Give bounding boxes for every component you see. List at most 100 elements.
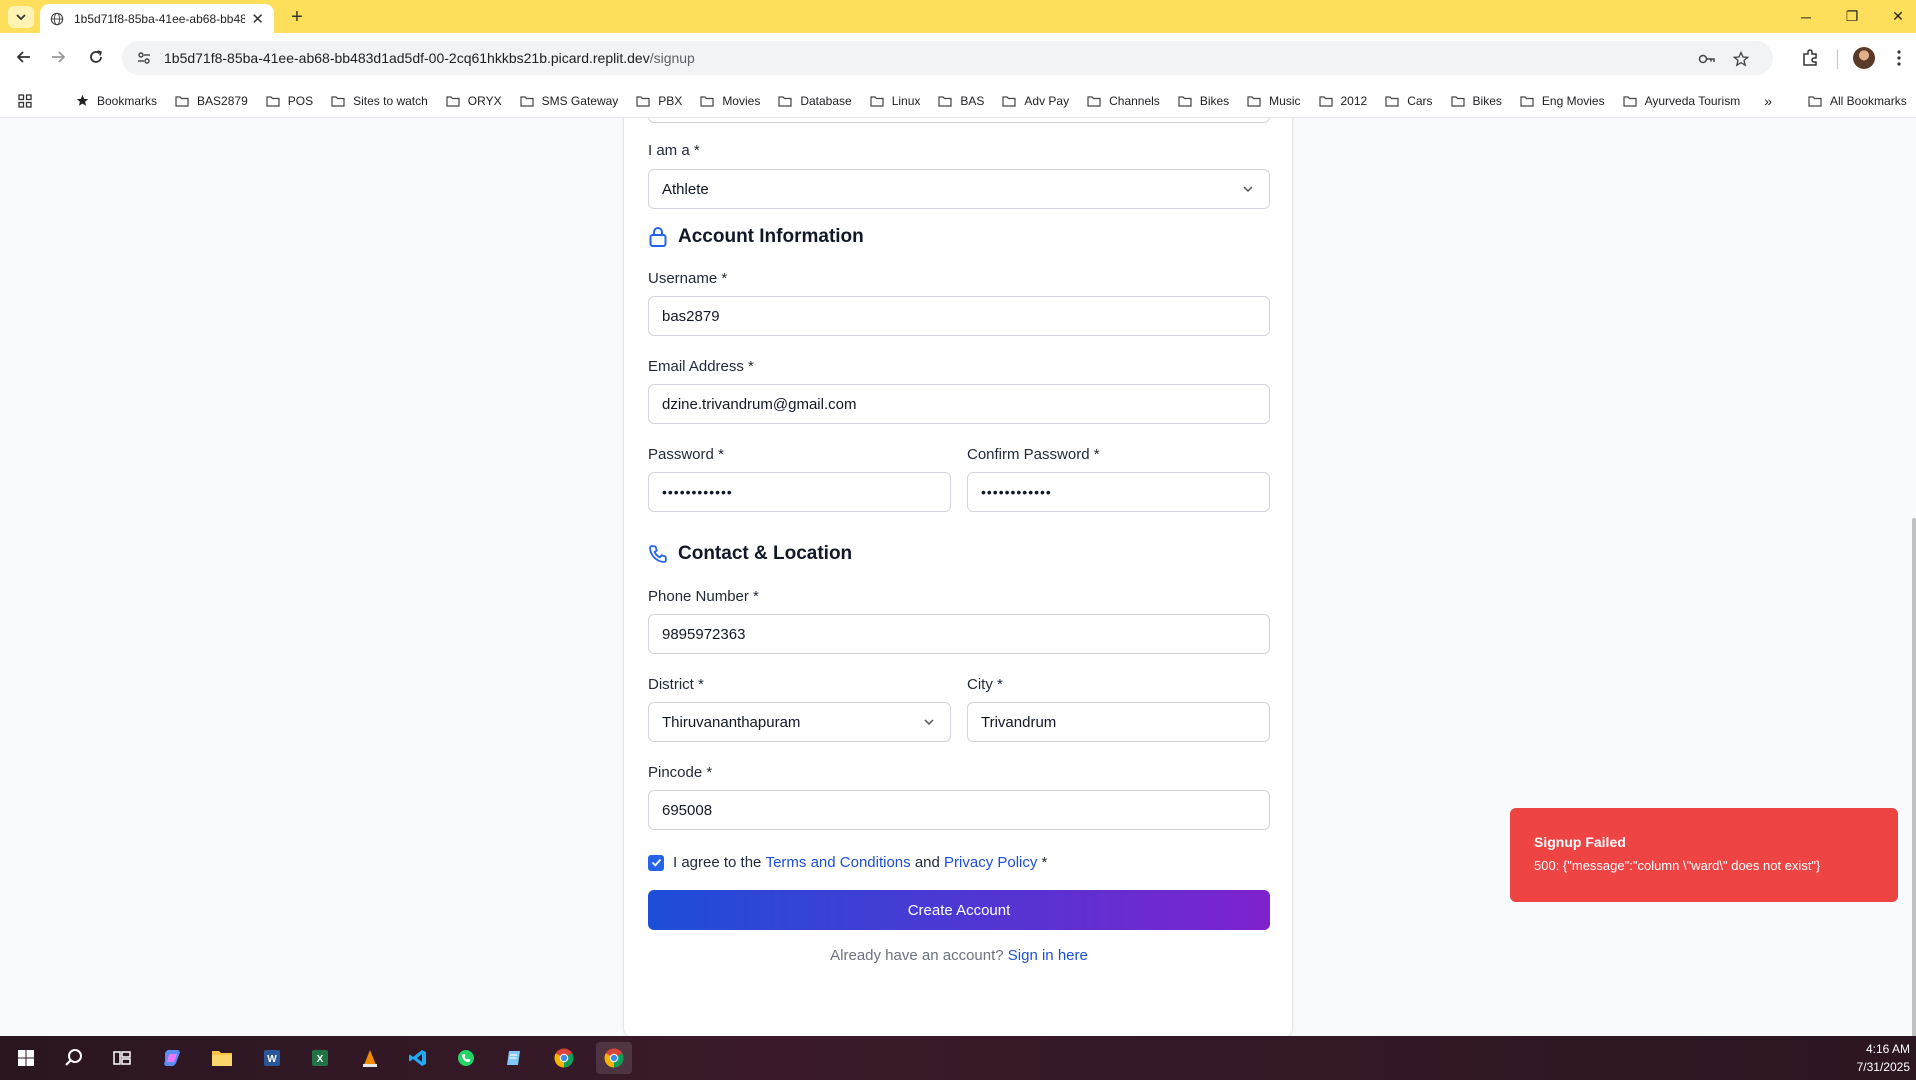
- bookmark-folder[interactable]: Sites to watch: [331, 94, 428, 108]
- taskbar: W X 4:16 AM 7/31/2025: [0, 1036, 1916, 1080]
- site-info-icon[interactable]: [136, 50, 152, 66]
- error-toast[interactable]: Signup Failed 500: {"message":"column \"…: [1510, 808, 1898, 902]
- bookmark-label: SMS Gateway: [541, 93, 619, 108]
- bookmark-folder[interactable]: PBX: [636, 94, 682, 108]
- password-key-icon[interactable]: [1697, 49, 1717, 69]
- browser-tab[interactable]: 1b5d71f8-85ba-41ee-ab68-bb483d1ad5df-00-…: [40, 4, 274, 33]
- chrome-app[interactable]: [546, 1042, 582, 1074]
- vscode-icon: [409, 1050, 426, 1066]
- bookmark-label: ORYX: [467, 93, 502, 108]
- bookmark-folder[interactable]: POS: [266, 94, 313, 108]
- role-label: I am a *: [648, 142, 700, 159]
- email-input[interactable]: dzine.trivandrum@gmail.com: [648, 384, 1270, 424]
- bookmark-folder[interactable]: Movies: [700, 94, 760, 108]
- folder-icon: [1318, 95, 1333, 107]
- terms-link[interactable]: Terms and Conditions: [766, 854, 911, 871]
- excel-app[interactable]: X: [302, 1042, 338, 1074]
- pincode-input[interactable]: 695008: [648, 790, 1270, 830]
- vscode-app[interactable]: [400, 1042, 436, 1074]
- windows-icon: [18, 1050, 34, 1066]
- folder-icon: [446, 95, 460, 107]
- more-bookmarks-button[interactable]: »: [1764, 93, 1772, 109]
- phone-input[interactable]: 9895972363: [648, 614, 1270, 654]
- bookmark-folder[interactable]: BAS2879: [175, 94, 248, 108]
- search-button[interactable]: [56, 1042, 92, 1074]
- chrome-icon: [604, 1048, 624, 1068]
- confirm-password-label: Confirm Password *: [967, 446, 1100, 463]
- close-tab-icon[interactable]: ✕: [251, 10, 264, 28]
- bookmark-folder[interactable]: Adv Pay: [1002, 94, 1069, 108]
- close-window-button[interactable]: ✕: [1876, 0, 1916, 33]
- bookmark-label: Linux: [891, 93, 921, 108]
- folder-icon: [1178, 95, 1192, 107]
- bookmark-folder[interactable]: 2012: [1318, 94, 1367, 108]
- folder-icon: [519, 95, 534, 107]
- task-view-button[interactable]: [104, 1042, 140, 1074]
- create-account-button[interactable]: Create Account: [648, 890, 1270, 930]
- password-input[interactable]: ••••••••••••: [648, 472, 951, 512]
- tab-search-button[interactable]: [8, 6, 34, 28]
- apps-button[interactable]: [18, 93, 40, 108]
- menu-button[interactable]: [1886, 45, 1912, 71]
- file-explorer-app[interactable]: [204, 1042, 240, 1074]
- folder-icon: [700, 95, 714, 107]
- password-value: ••••••••••••: [662, 484, 733, 500]
- bookmark-item[interactable]: Bookmarks: [76, 94, 157, 108]
- word-app[interactable]: W: [254, 1042, 290, 1074]
- scrollbar[interactable]: [1912, 518, 1916, 1036]
- terms-checkbox[interactable]: [648, 854, 664, 871]
- whatsapp-app[interactable]: [448, 1042, 484, 1074]
- back-button[interactable]: [10, 43, 38, 71]
- bookmark-folder[interactable]: Channels: [1087, 94, 1160, 108]
- bookmark-folder[interactable]: Bikes: [1178, 94, 1229, 108]
- profile-button[interactable]: [1851, 45, 1877, 71]
- bookmark-folder[interactable]: Linux: [870, 93, 921, 108]
- bookmark-folder[interactable]: Cars: [1385, 93, 1433, 108]
- folder-icon: [778, 95, 792, 107]
- username-input[interactable]: bas2879: [648, 296, 1270, 336]
- all-bookmarks-folder[interactable]: All Bookmarks: [1808, 94, 1907, 108]
- city-input[interactable]: Trivandrum: [967, 702, 1270, 742]
- bookmark-label: BAS2879: [197, 93, 248, 108]
- copilot-app[interactable]: [154, 1042, 190, 1074]
- new-tab-button[interactable]: +: [284, 4, 310, 30]
- pincode-value: 695008: [662, 801, 713, 819]
- bookmark-folder[interactable]: Bikes: [1450, 94, 1502, 108]
- arrow-right-icon: [52, 51, 66, 63]
- bookmark-label: Cars: [1407, 93, 1433, 108]
- bookmark-folder[interactable]: Music: [1247, 94, 1301, 108]
- chevron-down-icon: [16, 14, 26, 21]
- extensions-button[interactable]: [1797, 45, 1823, 71]
- bookmark-label: POS: [287, 93, 314, 108]
- district-select[interactable]: Thiruvananthapuram: [648, 702, 951, 742]
- email-label: Email Address *: [648, 358, 754, 375]
- folder-icon: [331, 95, 345, 107]
- restore-button[interactable]: ❐: [1830, 0, 1874, 33]
- bookmark-folder[interactable]: Database: [778, 94, 852, 108]
- bookmark-folder[interactable]: ORYX: [446, 94, 502, 108]
- bookmark-folder[interactable]: Eng Movies: [1520, 94, 1605, 108]
- privacy-link[interactable]: Privacy Policy: [944, 854, 1037, 871]
- vlc-app[interactable]: [352, 1042, 388, 1074]
- chrome-app-active[interactable]: [596, 1042, 632, 1074]
- bookmark-folder[interactable]: BAS: [938, 94, 984, 108]
- cone-icon: [363, 1050, 377, 1067]
- browser-toolbar: 1b5d71f8-85ba-41ee-ab68-bb483d1ad5df-00-…: [0, 33, 1916, 84]
- reload-button[interactable]: [82, 43, 110, 71]
- start-button[interactable]: [8, 1042, 44, 1074]
- city-value: Trivandrum: [981, 713, 1057, 731]
- system-clock[interactable]: 4:16 AM 7/31/2025: [1857, 1040, 1910, 1076]
- toast-message: 500: {"message":"column \"ward\" does no…: [1534, 858, 1821, 873]
- address-bar[interactable]: 1b5d71f8-85ba-41ee-ab68-bb483d1ad5df-00-…: [122, 41, 1773, 75]
- bookmark-folder[interactable]: Ayurveda Tourism: [1622, 94, 1740, 108]
- double-chevron-right-icon: »: [1764, 92, 1772, 109]
- notepad-app[interactable]: [496, 1042, 532, 1074]
- forward-button[interactable]: [44, 43, 72, 71]
- bookmark-folder[interactable]: SMS Gateway: [519, 93, 619, 108]
- email-value: dzine.trivandrum@gmail.com: [662, 395, 857, 413]
- signin-link[interactable]: Sign in here: [1008, 947, 1088, 964]
- role-select[interactable]: Athlete: [648, 169, 1270, 209]
- star-icon[interactable]: [1731, 49, 1751, 69]
- minimize-button[interactable]: ─: [1784, 0, 1828, 33]
- confirm-password-input[interactable]: ••••••••••••: [967, 472, 1270, 512]
